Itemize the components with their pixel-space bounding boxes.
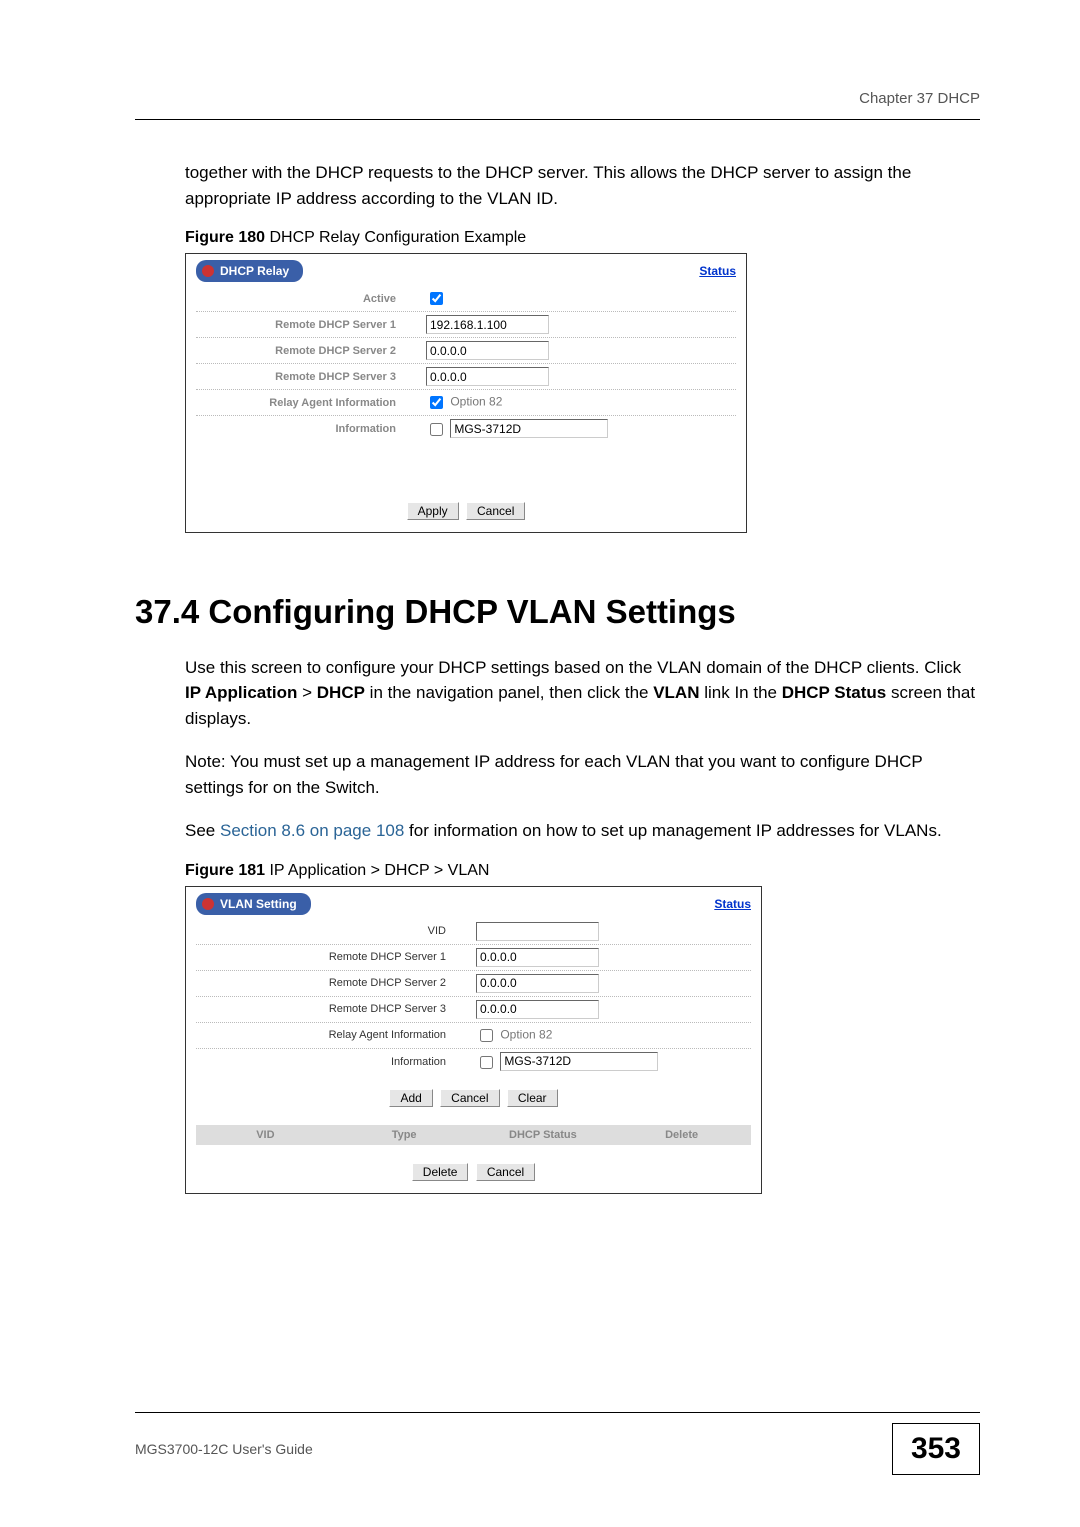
info-label-181: Information — [196, 1056, 476, 1068]
p1-c: in the navigation panel, then click the — [365, 683, 653, 702]
vlan-setting-tab-label: VLAN Setting — [220, 897, 297, 911]
chapter-header: Chapter 37 DHCP — [135, 90, 980, 120]
server3-input-181[interactable] — [476, 1000, 599, 1019]
intro-paragraph: together with the DHCP requests to the D… — [185, 160, 980, 211]
nav-ip-application: IP Application — [185, 683, 297, 702]
figure-181-caption: Figure 181 IP Application > DHCP > VLAN — [185, 862, 980, 880]
figure-181-num: Figure 181 — [185, 862, 265, 879]
nav-vlan: VLAN — [653, 683, 699, 702]
nav-dhcp-status: DHCP Status — [782, 683, 887, 702]
server3-label-181: Remote DHCP Server 3 — [196, 1003, 476, 1015]
figure-181-box: VLAN Setting Status VID Remote DHCP Serv… — [185, 886, 762, 1194]
server3-input[interactable] — [426, 367, 549, 386]
cancel-button[interactable]: Cancel — [466, 502, 525, 520]
rai-label-181: Relay Agent Information — [196, 1029, 476, 1041]
dhcp-relay-tab[interactable]: DHCP Relay — [196, 260, 303, 282]
nav-dhcp: DHCP — [317, 683, 365, 702]
th-type: Type — [335, 1129, 474, 1141]
page-footer: MGS3700-12C User's Guide 353 — [135, 1412, 980, 1475]
server2-input[interactable] — [426, 341, 549, 360]
server1-input-181[interactable] — [476, 948, 599, 967]
tab-dot-icon — [202, 265, 214, 277]
figure-180-caption: Figure 180 DHCP Relay Configuration Exam… — [185, 229, 980, 247]
clear-button[interactable]: Clear — [507, 1089, 558, 1107]
option82-checkbox[interactable] — [430, 396, 443, 409]
figure-180-box: DHCP Relay Status Active Remote DHCP Ser… — [185, 253, 747, 533]
server3-label: Remote DHCP Server 3 — [196, 371, 426, 383]
section-para1: Use this screen to configure your DHCP s… — [185, 655, 980, 732]
dhcp-relay-tab-label: DHCP Relay — [220, 264, 289, 278]
th-dhcp-status: DHCP Status — [474, 1129, 613, 1141]
info-checkbox[interactable] — [430, 423, 443, 436]
option82-checkbox-181[interactable] — [480, 1029, 493, 1042]
active-label: Active — [196, 293, 426, 305]
server1-label-181: Remote DHCP Server 1 — [196, 951, 476, 963]
p1-a: Use this screen to configure your DHCP s… — [185, 658, 961, 677]
section-title: 37.4 Configuring DHCP VLAN Settings — [135, 593, 980, 631]
delete-button[interactable]: Delete — [412, 1163, 469, 1181]
vid-input[interactable] — [476, 922, 599, 941]
vid-label: VID — [196, 925, 476, 937]
add-button[interactable]: Add — [389, 1089, 432, 1107]
section-link[interactable]: Section 8.6 on page 108 — [220, 821, 404, 840]
th-delete: Delete — [612, 1129, 751, 1141]
cancel-button-181b[interactable]: Cancel — [476, 1163, 535, 1181]
active-checkbox[interactable] — [430, 292, 443, 305]
server2-label: Remote DHCP Server 2 — [196, 345, 426, 357]
vlan-table-header: VID Type DHCP Status Delete — [196, 1125, 751, 1145]
server1-input[interactable] — [426, 315, 549, 334]
p2-a: See — [185, 821, 220, 840]
figure-180-num: Figure 180 — [185, 229, 265, 246]
server2-input-181[interactable] — [476, 974, 599, 993]
p1-b: > — [297, 683, 316, 702]
server2-label-181: Remote DHCP Server 2 — [196, 977, 476, 989]
server1-label: Remote DHCP Server 1 — [196, 319, 426, 331]
figure-180-caption-text: DHCP Relay Configuration Example — [265, 229, 526, 246]
cancel-button-181[interactable]: Cancel — [440, 1089, 499, 1107]
info-input[interactable] — [450, 419, 608, 438]
info-input-181[interactable] — [500, 1052, 658, 1071]
note-paragraph: Note: You must set up a management IP ad… — [185, 749, 980, 800]
th-vid: VID — [196, 1129, 335, 1141]
p2-b: for information on how to set up managem… — [404, 821, 941, 840]
rai-label: Relay Agent Information — [196, 397, 426, 409]
footer-guide-name: MGS3700-12C User's Guide — [135, 1441, 313, 1457]
vlan-setting-tab[interactable]: VLAN Setting — [196, 893, 311, 915]
status-link-2[interactable]: Status — [714, 897, 751, 911]
apply-button[interactable]: Apply — [407, 502, 459, 520]
option82-label-181: Option 82 — [500, 1028, 552, 1042]
section-para2: See Section 8.6 on page 108 for informat… — [185, 818, 980, 844]
p1-d: link In the — [699, 683, 781, 702]
page-number: 353 — [892, 1423, 980, 1475]
tab-dot-icon — [202, 898, 214, 910]
info-checkbox-181[interactable] — [480, 1056, 493, 1069]
figure-181-caption-text: IP Application > DHCP > VLAN — [265, 862, 489, 879]
status-link[interactable]: Status — [699, 264, 736, 278]
option82-label: Option 82 — [450, 395, 502, 409]
info-label: Information — [196, 423, 426, 435]
